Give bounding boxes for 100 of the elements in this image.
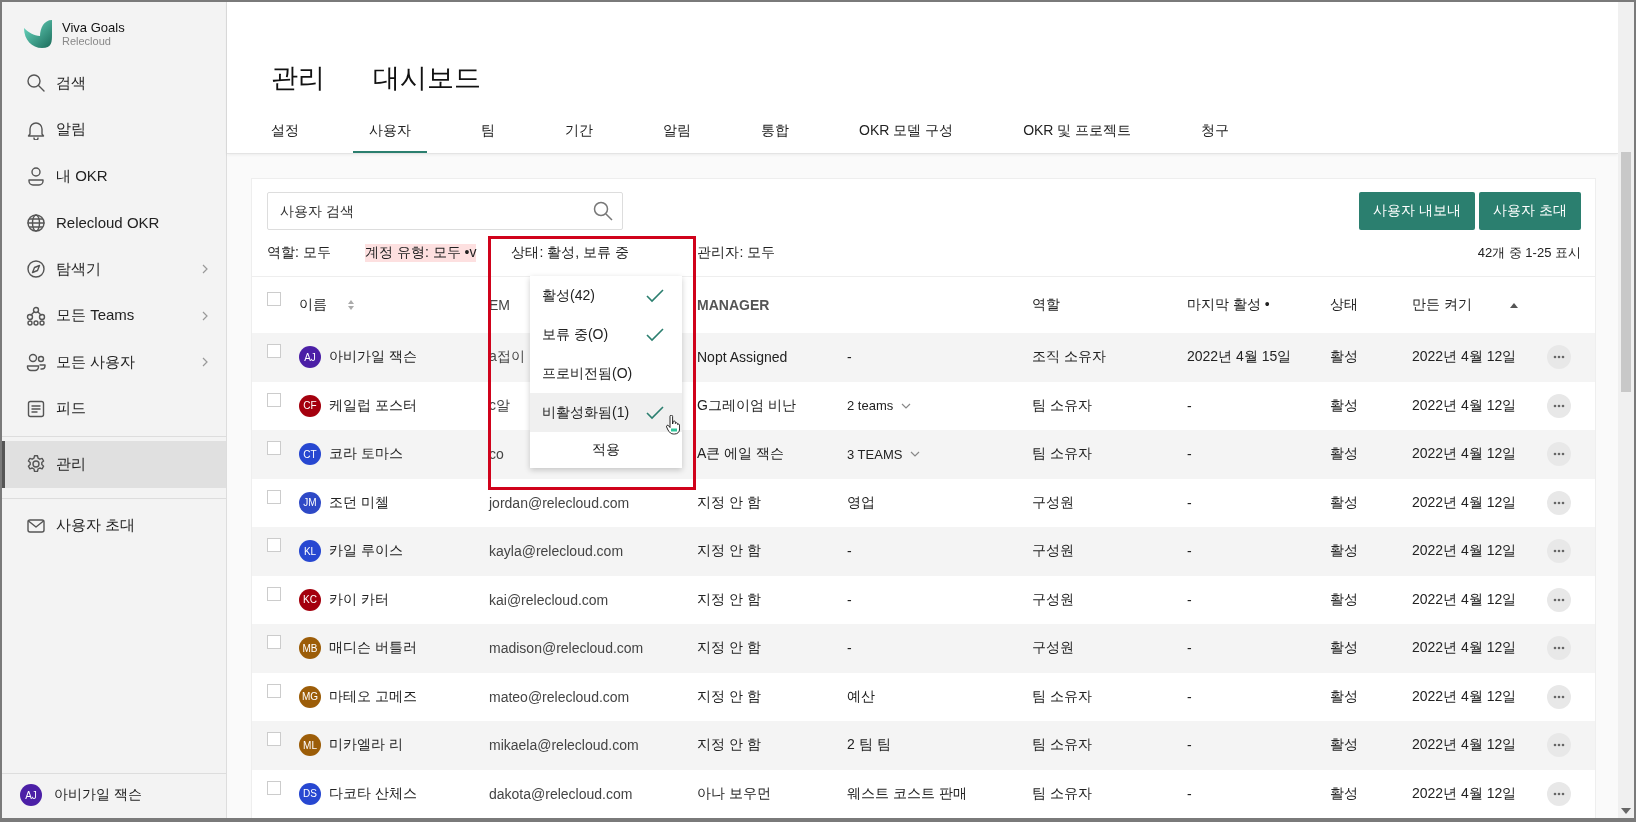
more-icon	[1553, 694, 1565, 699]
user-name[interactable]: 조던 미첼	[329, 493, 389, 512]
scrollbar[interactable]	[1618, 2, 1634, 818]
sidebar-item[interactable]: 탐색기	[2, 246, 226, 293]
table-cell: 2022년 4월 12일	[1412, 542, 1517, 561]
search-icon[interactable]	[593, 201, 613, 221]
more-icon	[1553, 646, 1565, 651]
more-icon	[1553, 549, 1565, 554]
sidebar-item[interactable]: 검색	[2, 60, 226, 107]
table-cell: -	[847, 640, 852, 657]
checkbox[interactable]	[267, 344, 281, 359]
more-button[interactable]	[1547, 490, 1571, 515]
checkbox[interactable]	[267, 441, 281, 456]
checkbox[interactable]	[267, 292, 281, 306]
tab[interactable]: 팀	[465, 112, 511, 153]
sidebar-item[interactable]: 관리	[2, 441, 226, 488]
table-cell: 2022년 4월 12일	[1412, 639, 1517, 658]
checkbox[interactable]	[267, 586, 281, 601]
apply-button[interactable]: 적용	[530, 432, 682, 468]
checkbox[interactable]	[267, 780, 281, 795]
more-button[interactable]	[1547, 636, 1571, 661]
more-button[interactable]	[1547, 684, 1571, 709]
sidebar-item[interactable]: Relecloud OKR	[2, 199, 226, 246]
user-name[interactable]: 다코타 산체스	[329, 784, 417, 803]
more-button[interactable]	[1547, 733, 1571, 758]
table-cell: 활성	[1330, 590, 1358, 609]
column-header[interactable]: 마지막 활성 •	[1187, 296, 1270, 314]
chevron-down-icon	[910, 451, 921, 458]
table-cell: 지정 안 함	[697, 542, 761, 561]
table-cell: -	[847, 349, 852, 366]
tab[interactable]: 사용자	[353, 112, 427, 153]
table-cell: -	[1187, 785, 1192, 802]
filter-dropdown[interactable]: 관리자: 모두	[697, 244, 776, 262]
chevron-right-icon	[202, 357, 208, 368]
more-button[interactable]	[1547, 442, 1571, 467]
table-cell: -	[1187, 688, 1192, 705]
tab[interactable]: OKR 및 프로젝트	[1007, 112, 1148, 153]
menu-item[interactable]: 프로비전됨(O)	[530, 354, 682, 393]
filter-dropdown[interactable]: 역할: 모두	[267, 244, 365, 262]
user-name[interactable]: 카이 카터	[329, 590, 389, 609]
org-name: Relecloud	[62, 34, 112, 47]
tab[interactable]: 알림	[647, 112, 707, 153]
table-cell: 활성	[1330, 639, 1358, 658]
checkbox[interactable]	[267, 732, 281, 747]
sidebar-item[interactable]: 내 OKR	[2, 153, 226, 200]
column-header[interactable]: 만든 켜기	[1412, 296, 1472, 314]
checkbox[interactable]	[267, 683, 281, 698]
checkbox[interactable]	[267, 392, 281, 407]
sort-icon[interactable]	[347, 299, 355, 311]
user-name[interactable]: 케일럽 포스터	[329, 396, 417, 415]
table-cell: -	[847, 591, 852, 608]
tab[interactable]: OKR 모델 구성	[843, 112, 970, 153]
scroll-thumb[interactable]	[1621, 152, 1631, 392]
sidebar-item[interactable]: 모든 사용자	[2, 339, 226, 386]
table-cell: 팀 소유자	[1032, 736, 1092, 755]
menu-item[interactable]: 활성(42)	[530, 276, 682, 315]
table-cell: 2022년 4월 12일	[1412, 687, 1517, 706]
user-name[interactable]: 매디슨 버틀러	[329, 639, 417, 658]
sidebar-item[interactable]: 사용자 초대	[2, 502, 226, 549]
tab[interactable]: 설정	[255, 112, 315, 153]
action-button[interactable]: 사용자 내보내	[1359, 192, 1476, 230]
table-cell: mateo@relecloud.com	[489, 688, 630, 705]
more-button[interactable]	[1547, 587, 1571, 612]
more-button[interactable]	[1547, 539, 1571, 564]
search-field[interactable]: 사용자 검색	[267, 192, 623, 230]
menu-item[interactable]: 비활성화됨(1)	[530, 393, 682, 432]
column-header[interactable]: MANAGER	[697, 297, 770, 313]
user-name[interactable]: 미카엘라 리	[329, 736, 403, 755]
more-button[interactable]	[1547, 345, 1571, 370]
sort-ascending-icon[interactable]	[1509, 302, 1518, 308]
user-name[interactable]: 마테오 고메즈	[329, 687, 417, 706]
column-header[interactable]: 역할	[1032, 296, 1060, 314]
user-name[interactable]: 카일 루이스	[329, 542, 403, 561]
action-button[interactable]: 사용자 초대	[1479, 192, 1581, 230]
filter-dropdown[interactable]: 계정 유형: 모두 •v	[365, 244, 477, 262]
table-cell: jordan@relecloud.com	[489, 494, 630, 511]
checkbox[interactable]	[267, 489, 281, 504]
filter-dropdown[interactable]: 상태: 활성, 보류 중	[511, 244, 698, 262]
sidebar-item[interactable]: 피드	[2, 385, 226, 432]
user-name[interactable]: 코라 토마스	[329, 445, 403, 464]
more-button[interactable]	[1547, 781, 1571, 806]
checkbox[interactable]	[267, 635, 281, 650]
user-name[interactable]: 아비가일 잭슨	[329, 348, 417, 367]
tab[interactable]: 통합	[745, 112, 805, 153]
people-icon	[26, 352, 46, 373]
column-header[interactable]: 상태	[1330, 296, 1358, 314]
table-cell: 영업	[847, 493, 875, 512]
teams-dropdown[interactable]: 2 teams	[847, 398, 912, 414]
tab[interactable]: 청구	[1185, 112, 1246, 153]
sidebar-item[interactable]: 모든 Teams	[2, 292, 226, 339]
teams-dropdown[interactable]: 3 TEAMS	[847, 446, 921, 462]
user-name: 아비가일 잭슨	[54, 786, 142, 804]
checkbox[interactable]	[267, 538, 281, 553]
tab[interactable]: 기간	[549, 112, 609, 153]
more-button[interactable]	[1547, 393, 1571, 418]
menu-item[interactable]: 보류 중(O)	[530, 315, 682, 354]
table-cell: 예산	[847, 687, 875, 706]
sidebar-item[interactable]: 알림	[2, 106, 226, 153]
column-header[interactable]: 이름	[299, 296, 327, 314]
table-cell: 활성	[1330, 784, 1358, 803]
